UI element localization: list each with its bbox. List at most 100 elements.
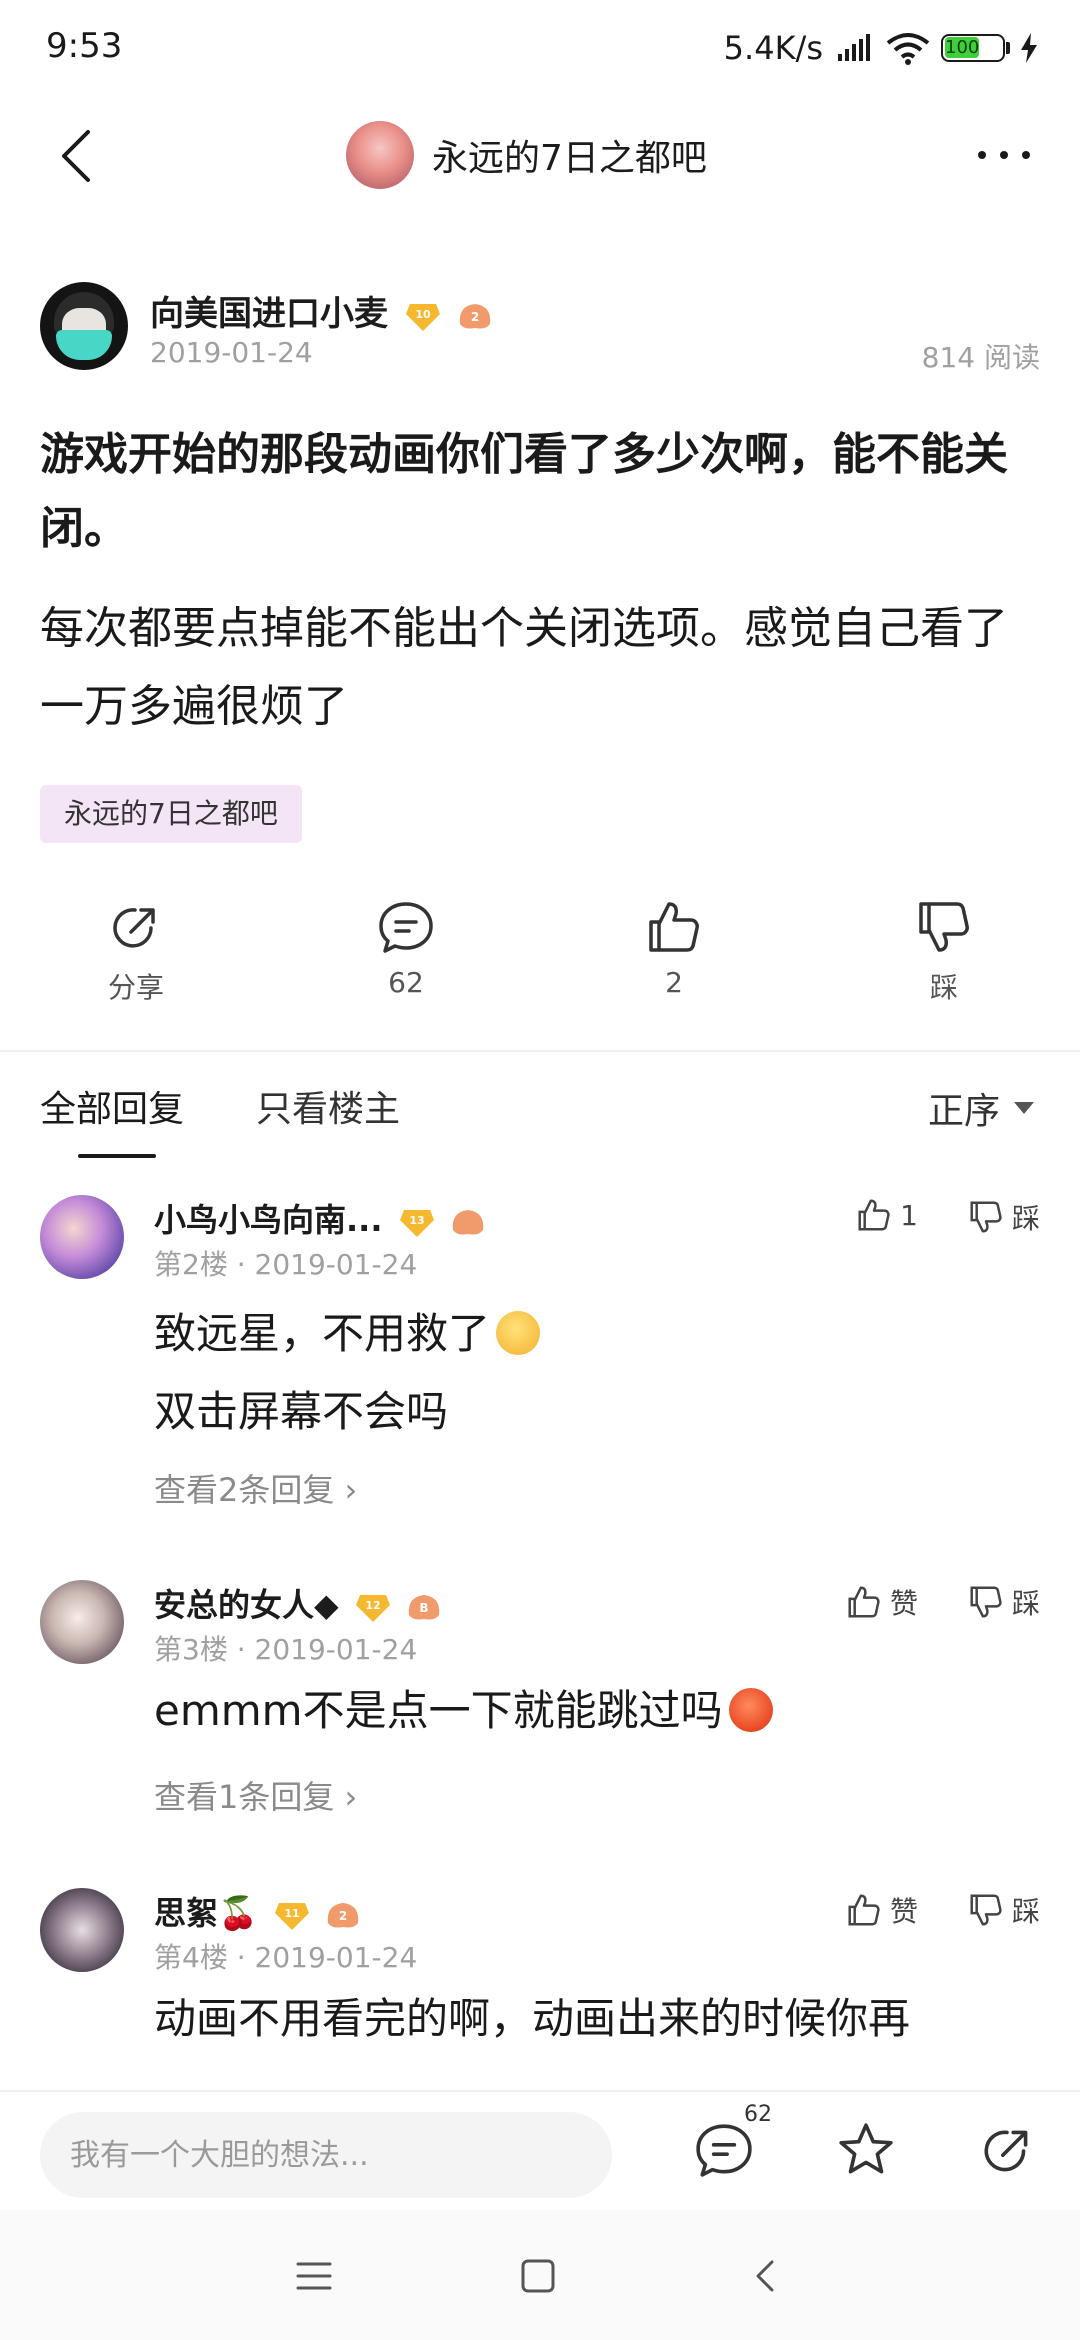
share-button[interactable]: 分享: [66, 890, 206, 1020]
comment-item: 安总的女人◆ 12 B 第3楼 · 2019-01-24 赞 踩 emmm不是点…: [0, 1580, 1080, 1840]
network-speed: 5.4K/s: [723, 29, 823, 67]
thumbs-up-icon: [649, 902, 699, 952]
share-icon: [113, 908, 155, 948]
comment-text: emmm不是点一下就能跳过吗: [154, 1672, 1054, 1750]
comment-meta: 第4楼 · 2019-01-24: [154, 1941, 418, 1974]
thumbs-up-icon: [848, 1586, 880, 1618]
forum-tag[interactable]: 永远的7日之都吧: [40, 785, 302, 843]
comment-item: 思絮🍒 11 2 第4楼 · 2019-01-24 赞 踩 动画不用看完的啊，动…: [0, 1888, 1080, 2088]
comment-like-label: 赞: [889, 1895, 918, 1928]
home-icon[interactable]: [516, 2254, 560, 2298]
charging-icon: [1021, 33, 1037, 63]
commenter-name: 小鸟小鸟向南...: [154, 1201, 383, 1239]
comment-dislike-button[interactable]: 踩: [968, 1197, 1040, 1237]
medal-icon: [452, 1210, 483, 1235]
commenter-avatar[interactable]: [40, 1888, 124, 1972]
forum-name: 永远的7日之都吧: [432, 138, 707, 179]
comment-date: 2019-01-24: [254, 1633, 418, 1666]
commenter-avatar[interactable]: [40, 1195, 124, 1279]
status-time: 9:53: [46, 26, 123, 66]
battery-level: 100: [945, 37, 980, 58]
comment-like-button[interactable]: 赞: [846, 1890, 918, 1930]
thumbs-up-icon: [858, 1199, 890, 1231]
view-replies-link[interactable]: 查看2条回复 ›: [154, 1465, 357, 1511]
comment-meta: 第3楼 · 2019-01-24: [154, 1633, 418, 1666]
author-name: 向美国进口小麦: [150, 294, 388, 334]
post-title: 游戏开始的那段动画你们看了多少次啊，能不能关闭。: [40, 429, 1008, 554]
wifi-icon: [886, 33, 930, 65]
medal-text: B: [419, 1601, 428, 1615]
medal-icon: 2: [459, 303, 490, 328]
comment-like-count: 1: [900, 1198, 918, 1232]
medal-icon: 2: [327, 1903, 359, 1928]
share-icon[interactable]: [978, 2120, 1038, 2180]
comment-text-line-2: 双击屏幕不会吗: [154, 1387, 449, 1436]
more-icon[interactable]: [974, 140, 1034, 170]
top-nav: 永远的7日之都吧: [0, 100, 1080, 212]
floor-number: 第2楼: [154, 1248, 228, 1281]
dislike-button[interactable]: 踩: [874, 890, 1014, 1020]
comment-meta: 第2楼 · 2019-01-24: [154, 1248, 418, 1281]
read-count: 814 阅读: [921, 341, 1040, 374]
comment-icon[interactable]: [694, 2120, 754, 2180]
commenter-name: 思絮🍒: [154, 1894, 258, 1932]
comment-like-button[interactable]: 1: [856, 1197, 918, 1233]
chevron-down-icon: [1014, 1102, 1034, 1114]
level-text: 13: [409, 1214, 424, 1227]
reply-tabs: 全部回复 只看楼主 正序: [0, 1070, 1080, 1170]
thumbs-up-icon: [848, 1894, 880, 1926]
author-name-row[interactable]: 向美国进口小麦 10 2: [150, 286, 494, 335]
sort-label: 正序: [927, 1091, 1000, 1132]
reply-bar: 62: [0, 2090, 1080, 2210]
comment-text: 致远星，不用救了: [154, 1295, 1054, 1373]
comment-date: 2019-01-24: [254, 1248, 418, 1281]
forum-avatar: [346, 121, 414, 189]
floor-number: 第3楼: [154, 1633, 228, 1666]
comment-text-line: emmm不是点一下就能跳过吗: [154, 1686, 723, 1735]
comment-dislike-button[interactable]: 踩: [968, 1582, 1040, 1622]
level-badge-icon: 10: [405, 303, 440, 331]
reply-input[interactable]: [40, 2112, 612, 2198]
menu-icon[interactable]: [292, 2254, 336, 2298]
thumbs-down-icon: [970, 1201, 1002, 1233]
tab-owner-only[interactable]: 只看楼主: [256, 1080, 400, 1132]
back-icon[interactable]: [50, 124, 106, 188]
view-replies-link[interactable]: 查看1条回复 ›: [154, 1772, 357, 1818]
comment-dislike-label: 踩: [1011, 1895, 1040, 1928]
star-icon[interactable]: [836, 2120, 896, 2180]
commenter-avatar[interactable]: [40, 1580, 124, 1664]
like-button[interactable]: 2: [604, 890, 744, 1020]
floor-number: 第4楼: [154, 1941, 228, 1974]
sort-dropdown[interactable]: 正序: [928, 1082, 1034, 1134]
medal-text: 2: [471, 310, 479, 324]
status-bar: 9:53 5.4K/s 100: [0, 0, 1080, 96]
thumbs-down-icon: [970, 1894, 1002, 1926]
comment-date: 2019-01-24: [254, 1941, 418, 1974]
sick-emoji-icon: [496, 1310, 541, 1355]
active-tab-indicator: [78, 1154, 156, 1158]
forum-header[interactable]: 永远的7日之都吧: [346, 120, 707, 190]
share-label: 分享: [107, 971, 164, 1004]
comment-like-button[interactable]: 赞: [846, 1582, 918, 1622]
comment-count: 62: [388, 966, 424, 999]
level-badge-icon: 13: [399, 1210, 434, 1237]
comment-dislike-label: 踩: [1011, 1587, 1040, 1620]
comment-button[interactable]: 62: [336, 890, 476, 1020]
commenter-name-row[interactable]: 思絮🍒 11 2: [154, 1888, 362, 1934]
commenter-name-row[interactable]: 安总的女人◆ 12 B: [154, 1580, 443, 1626]
level-text: 11: [284, 1907, 299, 1920]
post-author: 向美国进口小麦 10 2 2019-01-24 814 阅读: [40, 282, 1040, 382]
divider: [0, 1050, 1080, 1052]
medal-icon: B: [408, 1595, 440, 1620]
like-count: 2: [665, 966, 683, 999]
comment-icon: [379, 902, 433, 953]
comment-dislike-button[interactable]: 踩: [968, 1890, 1040, 1930]
commenter-name: 安总的女人◆: [154, 1586, 339, 1624]
medal-text: 2: [339, 1909, 347, 1923]
tab-all-replies[interactable]: 全部回复: [40, 1080, 184, 1132]
signal-icon: [838, 34, 870, 61]
back-nav-icon[interactable]: [744, 2254, 788, 2298]
author-avatar[interactable]: [40, 282, 128, 370]
commenter-name-row[interactable]: 小鸟小鸟向南... 13: [154, 1195, 487, 1241]
comment-text: 动画不用看完的啊，动画出来的时候你再: [154, 1994, 911, 2043]
